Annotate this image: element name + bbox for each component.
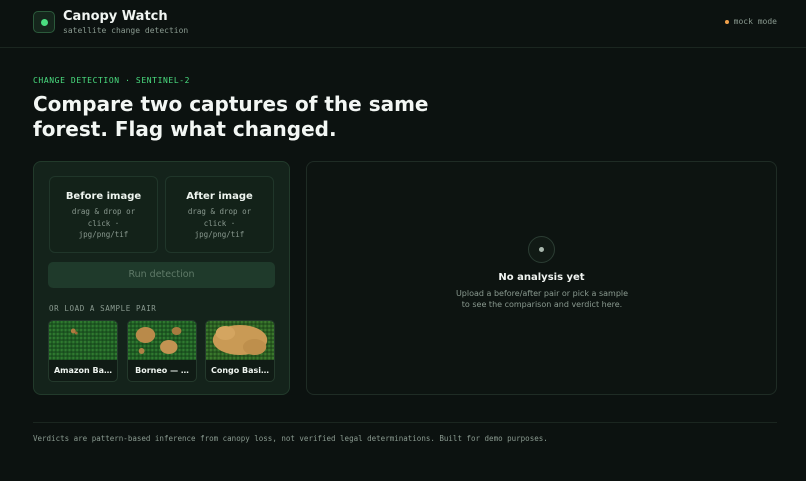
app-subtitle: satellite change detection [63,26,189,35]
sample-thumbnail [128,321,196,360]
app-logo-icon [33,11,55,33]
eyebrow: CHANGE DETECTION · SENTINEL-2 [33,76,191,85]
before-image-title: Before image [65,191,142,202]
results-panel: No analysis yet Upload a before/after pa… [306,161,777,395]
run-detection-button[interactable]: Run detection [48,262,275,288]
empty-state-title: No analysis yet [498,272,585,283]
sample-name: Borneo — … [135,366,189,375]
upload-card: Before image drag & drop or click · jpg/… [33,161,290,395]
page-title: Compare two captures of the same forest.… [33,92,429,141]
after-image-hint: drag & drop or click · jpg/png/tif [187,207,252,239]
sample-name: Congo Basi… [210,366,270,375]
app-header: Canopy Watch satellite change detection … [0,0,806,48]
footer-disclaimer: Verdicts are pattern-based inference fro… [33,434,548,443]
sample-thumbnail [206,321,274,360]
app-title: Canopy Watch [63,9,168,24]
before-image-hint: drag & drop or click · jpg/png/tif [71,207,136,239]
mode-label: mock mode [733,17,777,26]
status-dot-icon [724,19,729,24]
empty-state-text: Upload a before/after pair or pick a sam… [455,289,629,309]
sample-pair-card[interactable]: Congo Basi… [205,320,275,382]
before-image-dropzone[interactable]: Before image drag & drop or click · jpg/… [49,176,158,253]
after-image-title: After image [186,191,253,202]
mode-indicator: mock mode [724,17,777,26]
sample-thumbnail [49,321,117,360]
sample-pair-card[interactable]: Amazon Ba… [48,320,118,382]
sample-section-label: OR LOAD A SAMPLE PAIR [49,304,157,313]
empty-state-icon [528,236,555,263]
footer-divider [33,422,777,423]
after-image-dropzone[interactable]: After image drag & drop or click · jpg/p… [165,176,274,253]
sample-pair-card[interactable]: Borneo — … [127,320,197,382]
sample-name: Amazon Ba… [53,366,113,375]
